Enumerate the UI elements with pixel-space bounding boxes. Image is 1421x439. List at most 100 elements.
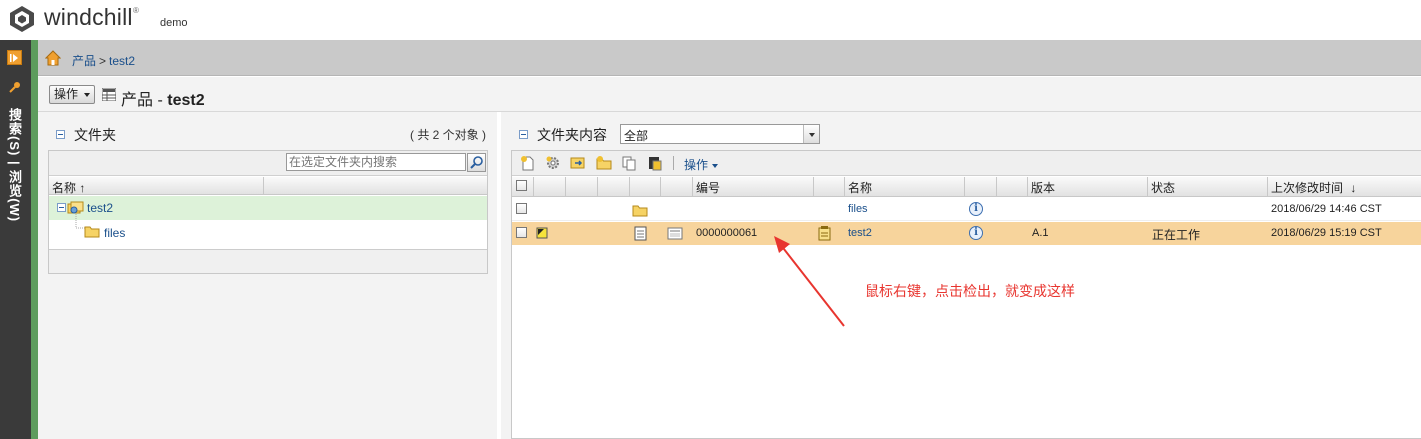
product-icon bbox=[102, 88, 116, 101]
select-all-column bbox=[512, 177, 534, 197]
navigator-rail-divider[interactable] bbox=[31, 40, 38, 439]
folder-search-input[interactable] bbox=[286, 153, 466, 171]
column-divider[interactable] bbox=[263, 177, 264, 195]
site-name: demo bbox=[160, 17, 188, 29]
expand-arrow-icon bbox=[10, 54, 18, 62]
folder-tree-table: 名称 ↑ test2 files bbox=[48, 150, 488, 274]
column-header-modified[interactable]: 上次修改时间 ↓ bbox=[1268, 177, 1421, 197]
column-header-blank[interactable] bbox=[814, 177, 845, 197]
column-header-number[interactable]: 编号 bbox=[693, 177, 814, 197]
home-icon[interactable] bbox=[45, 50, 61, 66]
table-row[interactable]: 0000000061 test2 i A.1 正在工作 2018/06/29 1… bbox=[512, 222, 1421, 245]
document-type-icon bbox=[667, 227, 683, 240]
breadcrumb-item-test2[interactable]: test2 bbox=[109, 54, 135, 68]
toolbar-separator bbox=[673, 156, 674, 170]
sort-descending-icon: ↓ bbox=[1350, 181, 1357, 195]
navigator-rail bbox=[0, 40, 31, 439]
collapse-icon[interactable] bbox=[56, 130, 65, 139]
column-header-blank[interactable] bbox=[997, 177, 1028, 197]
search-icon bbox=[470, 156, 483, 169]
new-folder-icon[interactable] bbox=[596, 155, 612, 171]
folder-tree-empty-area bbox=[49, 249, 487, 273]
dropdown-caret-icon bbox=[84, 93, 90, 97]
column-header-blank[interactable] bbox=[598, 177, 630, 197]
table-header: 编号 名称 版本 状态 上次修改时间 ↓ bbox=[512, 177, 1421, 197]
breadcrumb-bar: 产品 > test2 bbox=[38, 40, 1421, 76]
column-header-name[interactable]: 名称 ↑ bbox=[52, 179, 85, 196]
column-header-state[interactable]: 状态 bbox=[1148, 177, 1268, 197]
row-number: 0000000061 bbox=[696, 227, 758, 239]
folders-panel-header: 文件夹 ( 共 2 个对象 ) bbox=[48, 120, 488, 144]
checked-out-status-icon bbox=[536, 227, 548, 239]
object-count: ( 共 2 个对象 ) bbox=[409, 128, 486, 142]
document-icon[interactable] bbox=[634, 226, 647, 241]
search-browse-tab[interactable]: 搜索(S) | 浏览(W) bbox=[4, 108, 24, 222]
trademark-symbol: ® bbox=[133, 6, 139, 15]
column-header-blank[interactable] bbox=[661, 177, 693, 197]
paste-icon[interactable] bbox=[647, 155, 663, 171]
column-header-info[interactable] bbox=[965, 177, 997, 197]
page-title-prefix: 产品 - bbox=[121, 92, 168, 109]
settings-gear-icon[interactable] bbox=[545, 155, 561, 171]
page-title-bar: 操作 产品 - test2 bbox=[38, 77, 1421, 112]
column-header-modified-label: 上次修改时间 bbox=[1271, 181, 1344, 195]
column-header-version[interactable]: 版本 bbox=[1028, 177, 1148, 197]
row-name-link[interactable]: test2 bbox=[848, 227, 872, 239]
sort-ascending-icon: ↑ bbox=[79, 181, 86, 195]
table-row[interactable]: files i 2018/06/29 14:46 CST bbox=[512, 198, 1421, 221]
import-icon[interactable] bbox=[570, 155, 586, 171]
column-header-blank[interactable] bbox=[566, 177, 598, 197]
folder-contents-panel: 文件夹内容 全部 操作 编号 名称 版本 状态 上次修改时间 ↓ files i… bbox=[501, 112, 1421, 439]
folder-contents-title: 文件夹内容 bbox=[537, 127, 607, 143]
breadcrumb: 产品 > test2 bbox=[72, 52, 135, 69]
info-icon[interactable]: i bbox=[969, 202, 983, 216]
table-actions-label: 操作 bbox=[684, 158, 709, 172]
tree-row-test2[interactable]: test2 bbox=[49, 196, 487, 220]
folder-tree-header: 名称 ↑ bbox=[49, 177, 487, 195]
expand-navigator-button[interactable] bbox=[7, 50, 22, 65]
row-checkbox[interactable] bbox=[516, 227, 527, 238]
row-modified: 2018/06/29 14:46 CST bbox=[1271, 203, 1382, 215]
actions-menu-button[interactable]: 操作 bbox=[49, 85, 95, 104]
column-header-status-glyph[interactable] bbox=[534, 177, 566, 197]
folder-icon bbox=[632, 205, 648, 217]
dropdown-caret-icon bbox=[712, 163, 719, 168]
app-header: windchill ® demo bbox=[0, 0, 1421, 40]
folder-tree-toolbar bbox=[49, 151, 487, 176]
folder-search-button[interactable] bbox=[467, 153, 486, 172]
breadcrumb-item-product[interactable]: 产品 bbox=[72, 54, 96, 68]
row-state: 正在工作 bbox=[1152, 228, 1201, 242]
column-header-type[interactable] bbox=[630, 177, 661, 197]
pin-icon[interactable] bbox=[8, 80, 22, 94]
breadcrumb-separator: > bbox=[99, 54, 107, 68]
annotation-note: 鼠标右键，点击检出，就变成这样 bbox=[865, 283, 1075, 299]
library-folder-icon bbox=[67, 201, 84, 214]
tree-item-label[interactable]: files bbox=[104, 226, 125, 240]
tree-row-files[interactable]: files bbox=[49, 214, 487, 244]
copy-icon[interactable] bbox=[621, 155, 637, 171]
folder-icon bbox=[84, 226, 100, 238]
app-name: windchill bbox=[44, 4, 133, 30]
annotation-arrow-icon bbox=[774, 236, 845, 327]
new-document-icon[interactable] bbox=[520, 155, 536, 171]
folders-panel: 文件夹 ( 共 2 个对象 ) 名称 ↑ test2 bbox=[38, 112, 497, 439]
actions-menu-label: 操作 bbox=[54, 87, 79, 101]
tree-collapse-icon[interactable] bbox=[57, 203, 66, 212]
view-scope-value: 全部 bbox=[624, 129, 649, 143]
column-header-name[interactable]: 名称 bbox=[845, 177, 965, 197]
view-scope-select[interactable]: 全部 bbox=[620, 124, 820, 144]
info-icon[interactable]: i bbox=[969, 226, 983, 240]
row-checkbox[interactable] bbox=[516, 203, 527, 214]
row-name-link[interactable]: files bbox=[848, 203, 868, 215]
chevron-down-icon[interactable] bbox=[803, 125, 819, 143]
tree-item-label[interactable]: test2 bbox=[87, 201, 113, 215]
column-header-name-label: 名称 bbox=[52, 181, 77, 195]
table-actions-menu[interactable]: 操作 bbox=[684, 156, 719, 173]
folders-panel-title: 文件夹 bbox=[74, 127, 116, 143]
row-version: A.1 bbox=[1032, 227, 1049, 239]
table-toolbar: 操作 bbox=[512, 151, 1421, 176]
page-title: 产品 - test2 bbox=[121, 86, 205, 110]
collapse-icon[interactable] bbox=[519, 130, 528, 139]
select-all-checkbox[interactable] bbox=[516, 180, 527, 191]
windchill-logo-icon bbox=[10, 6, 34, 32]
